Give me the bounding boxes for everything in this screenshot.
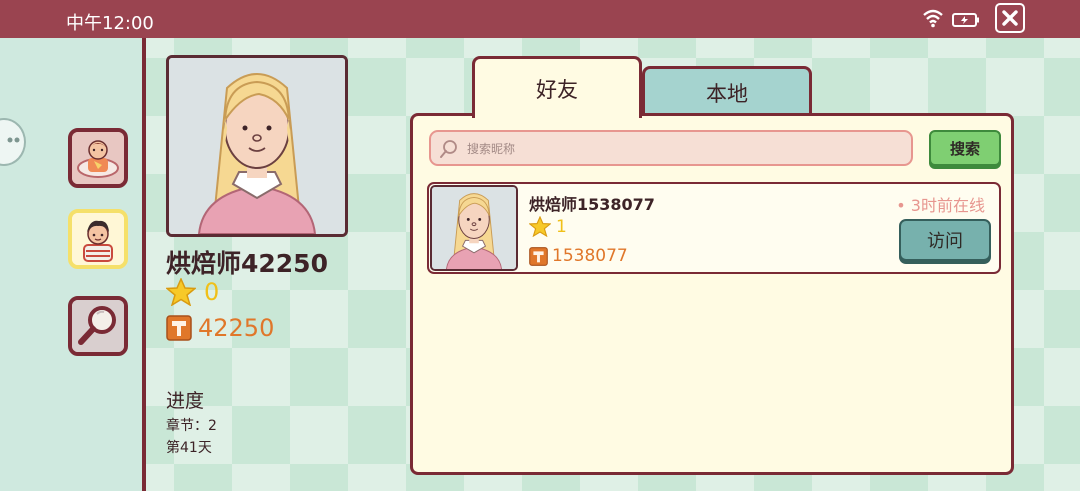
friend-avatar-icon — [72, 213, 124, 265]
star-icon — [529, 216, 551, 237]
search-box — [429, 130, 913, 166]
friend-stars: 1 — [529, 216, 567, 237]
player-stars-value: 0 — [204, 278, 220, 306]
search-button[interactable]: 搜索 — [929, 130, 1001, 166]
player-id: 42250 — [166, 314, 274, 342]
nav-friends-button[interactable] — [68, 209, 128, 269]
friend-portrait — [432, 187, 516, 269]
chapter-label: 章节：2 — [166, 418, 217, 434]
wifi-icon — [922, 8, 944, 32]
visit-button[interactable]: 访问 — [899, 219, 991, 261]
day-label: 第41天 — [166, 440, 212, 456]
status-bar: 中午12:00 — [0, 0, 1080, 38]
player-name: 烘焙师42250 — [166, 249, 328, 278]
friend-name: 烘焙师1538077 — [529, 195, 655, 214]
nav-customer-button[interactable] — [68, 128, 128, 188]
rail-divider — [142, 38, 146, 491]
hammer-icon — [166, 315, 192, 341]
friend-stars-value: 1 — [556, 216, 567, 237]
ghost-icon[interactable] — [0, 118, 26, 166]
search-input[interactable] — [465, 136, 909, 162]
close-icon — [1002, 10, 1018, 26]
hammer-icon — [529, 246, 548, 266]
online-status: • 3时前在线 — [896, 196, 985, 215]
side-nav — [0, 38, 142, 491]
progress-title: 进度 — [166, 390, 205, 412]
search-icon — [439, 139, 459, 163]
friend-row[interactable]: 烘焙师1538077 1 1538077 • 3时前在线 访问 — [427, 182, 1001, 274]
player-id-value: 42250 — [198, 314, 275, 342]
battery-icon — [952, 12, 980, 31]
close-button[interactable] — [995, 3, 1025, 33]
nav-search-button[interactable] — [68, 296, 128, 356]
player-portrait — [166, 55, 348, 237]
tab-local[interactable]: 本地 — [642, 66, 812, 116]
star-icon — [166, 278, 196, 306]
customer-icon — [72, 132, 124, 184]
clock: 中午12:00 — [66, 13, 154, 34]
magnifier-icon — [72, 300, 124, 352]
tab-friends[interactable]: 好友 — [472, 56, 642, 118]
friends-panel: 搜索 烘焙师1538077 1 — [410, 113, 1014, 475]
friend-id: 1538077 — [529, 246, 628, 266]
friend-id-value: 1538077 — [552, 246, 628, 266]
friend-avatar — [430, 185, 518, 271]
player-stars: 0 — [166, 278, 219, 306]
player-avatar — [169, 58, 345, 234]
